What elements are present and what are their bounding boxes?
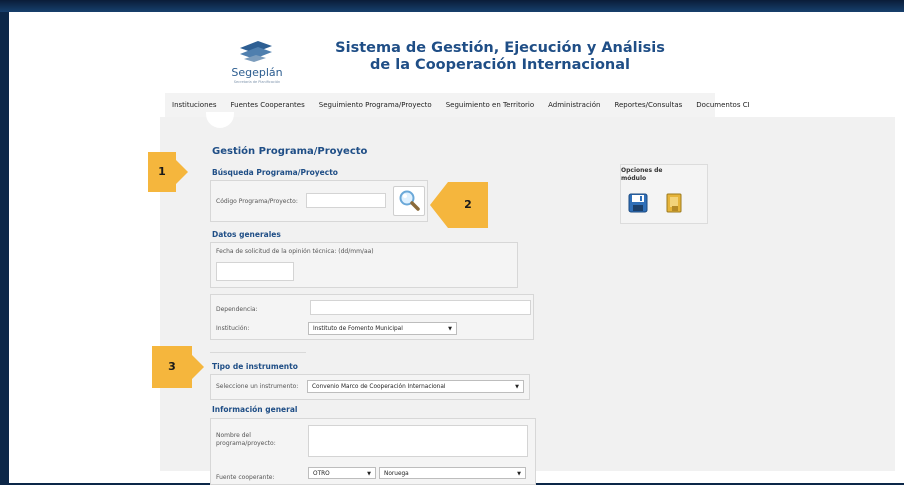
fecha-input[interactable] (216, 262, 294, 281)
nav-item-seguimiento-territorio[interactable]: Seguimiento en Territorio (439, 101, 541, 109)
callout-2-arrow (430, 182, 448, 228)
dropdown-arrow-icon: ▼ (367, 471, 371, 477)
instrumento-title: Tipo de instrumento (212, 362, 298, 371)
nav-item-reportes[interactable]: Reportes/Consultas (607, 101, 689, 109)
fecha-label: Fecha de solicitud de la opinión técnica… (216, 248, 374, 255)
codigo-input[interactable] (306, 193, 386, 208)
dependencia-input[interactable] (310, 300, 531, 315)
system-title: Sistema de Gestión, Ejecución y Análisis… (290, 40, 710, 74)
nav-item-fuentes-cooperantes[interactable]: Fuentes Cooperantes (224, 101, 312, 109)
opciones-title: Opciones de módulo (621, 167, 663, 182)
dropdown-arrow-icon: ▼ (517, 471, 521, 477)
logo-text: Segeplán (231, 66, 283, 79)
busqueda-title: Búsqueda Programa/Proyecto (212, 168, 338, 177)
system-title-line1: Sistema de Gestión, Ejecución y Análisis (335, 40, 665, 56)
document-icon[interactable] (665, 193, 683, 213)
dropdown-arrow-icon: ▼ (515, 384, 519, 390)
system-title-line2: de la Cooperación Internacional (369, 57, 631, 73)
nombre-textarea[interactable] (308, 425, 528, 457)
callout-3: 3 (152, 346, 192, 388)
fuente-label: Fuente cooperante: (216, 474, 275, 481)
nav-item-instituciones[interactable]: Instituciones (165, 101, 224, 109)
page-title: Gestión Programa/Proyecto (212, 146, 368, 157)
callout-2: 2 (448, 182, 488, 228)
callout-3-arrow (192, 355, 204, 379)
dependencia-label: Dependencia: (216, 306, 258, 313)
institucion-label: Institución: (216, 325, 250, 332)
nav-item-documentos[interactable]: Documentos CI (689, 101, 756, 109)
fuente-tipo-select[interactable]: OTRO ▼ (308, 467, 376, 479)
instrumento-select[interactable]: Convenio Marco de Cooperación Internacio… (307, 380, 524, 393)
nav-item-seguimiento-programa[interactable]: Seguimiento Programa/Proyecto (312, 101, 439, 109)
window-top-band (0, 0, 904, 12)
divider (210, 352, 306, 353)
datos-title: Datos generales (212, 230, 281, 239)
magnifier-icon (399, 190, 420, 211)
institucion-select[interactable]: Instituto de Fomento Municipal ▼ (308, 322, 457, 335)
codigo-label: Código Programa/Proyecto: (216, 198, 298, 205)
segeplan-logo: Segeplán Secretaría de Planificación (222, 38, 292, 93)
search-button[interactable] (393, 186, 425, 216)
fuente-pais-select[interactable]: Noruega ▼ (379, 467, 526, 479)
fuente-pais-value: Noruega (384, 471, 409, 477)
info-title: Información general (212, 405, 298, 414)
save-icon[interactable] (628, 193, 648, 213)
dropdown-arrow-icon: ▼ (448, 326, 452, 332)
fuente-tipo-value: OTRO (313, 471, 330, 477)
main-nav: Instituciones Fuentes Cooperantes Seguim… (165, 93, 750, 117)
nav-item-administracion[interactable]: Administración (541, 101, 607, 109)
callout-1: 1 (148, 152, 176, 192)
logo-subtext: Secretaría de Planificación (233, 80, 281, 84)
callout-1-arrow (176, 160, 188, 184)
logo-icon (240, 41, 272, 62)
instrumento-label: Seleccione un instrumento: (216, 383, 299, 390)
instrumento-value: Convenio Marco de Cooperación Internacio… (312, 384, 446, 390)
institucion-value: Instituto de Fomento Municipal (313, 326, 403, 332)
nombre-label: Nombre del programa/proyecto: (216, 432, 276, 447)
